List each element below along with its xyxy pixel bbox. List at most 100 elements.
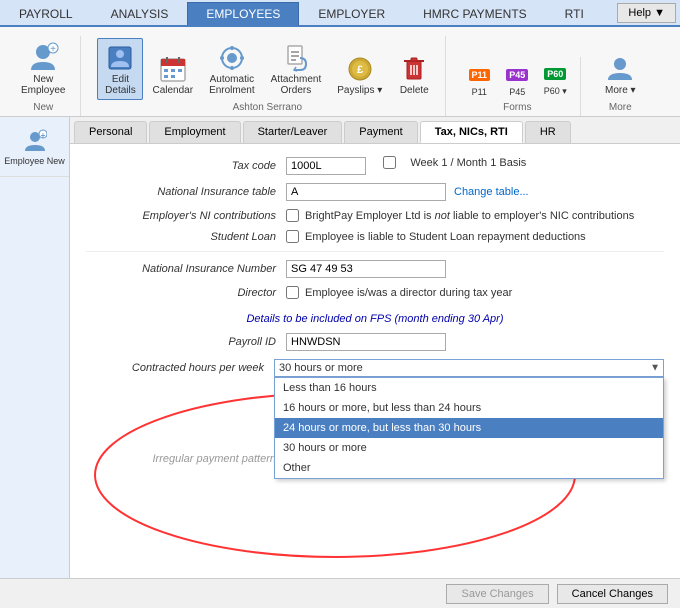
new-employee-icon: + (27, 42, 59, 74)
ni-number-row: National Insurance Number (86, 260, 664, 278)
help-button[interactable]: Help ▼ (617, 3, 676, 23)
tax-code-row: Tax code Week 1 / Month 1 Basis (86, 156, 664, 175)
week1-month1-label: Week 1 / Month 1 Basis (410, 157, 526, 169)
edit-details-label: EditDetails (105, 74, 136, 96)
director-checkbox[interactable] (286, 286, 299, 299)
edit-details-button[interactable]: EditDetails (97, 38, 143, 100)
ni-number-input[interactable] (286, 260, 446, 278)
employer-ni-label: Employer's NI contributions (86, 210, 286, 222)
tab-hmrc-payments[interactable]: HMRC PAYMENTS (404, 2, 546, 25)
p11-icon: P11 (467, 63, 491, 87)
p11-button[interactable]: P11 P11 (462, 60, 496, 100)
payroll-id-row: Payroll ID (86, 333, 664, 351)
tax-code-label: Tax code (86, 160, 286, 172)
contracted-hours-arrow-icon: ▼ (650, 363, 660, 374)
form-content: Tax code Week 1 / Month 1 Basis National… (70, 144, 680, 485)
contracted-hours-value: 30 hours or more (279, 362, 363, 374)
contracted-hours-dropdown: Less than 16 hours 16 hours or more, but… (274, 377, 664, 479)
tab-analysis[interactable]: ANALYSIS (92, 2, 188, 25)
cancel-changes-button[interactable]: Cancel Changes (557, 584, 668, 604)
ni-number-label: National Insurance Number (86, 263, 286, 275)
new-employee-button[interactable]: + NewEmployee (14, 38, 72, 100)
calendar-button[interactable]: Calendar (145, 49, 200, 100)
attachment-orders-button[interactable]: AttachmentOrders (264, 38, 329, 100)
content-area: Personal Employment Starter/Leaver Payme… (70, 117, 680, 595)
week1-month1-checkbox[interactable] (383, 156, 396, 169)
irregular-payment-label: Irregular payment pattern (86, 453, 286, 465)
ribbon-group-more: More ▾ More (589, 47, 651, 116)
sidebar-item-employee-new[interactable]: + Employee New (0, 121, 69, 177)
tab-payroll[interactable]: PAYROLL (0, 2, 92, 25)
ribbon-group-new-label: New (33, 102, 53, 116)
ni-table-input[interactable] (286, 183, 446, 201)
ribbon-group-employee: EditDetails Calendar AutomaticEnrolment (89, 36, 446, 116)
delete-icon (398, 53, 430, 85)
sub-tabs: Personal Employment Starter/Leaver Payme… (70, 117, 680, 144)
dropdown-option-2[interactable]: 24 hours or more, but less than 30 hours (275, 418, 663, 438)
student-loan-row: Student Loan Employee is liable to Stude… (86, 230, 664, 243)
p45-icon: P45 (505, 63, 529, 87)
tab-starter-leaver[interactable]: Starter/Leaver (243, 121, 343, 143)
top-nav-bar: PAYROLL ANALYSIS EMPLOYEES EMPLOYER HMRC… (0, 0, 680, 27)
p60-button[interactable]: P60 P60 ▾ (538, 59, 572, 100)
contracted-hours-row: Contracted hours per week 30 hours or mo… (86, 359, 664, 377)
ni-number-control (286, 260, 664, 278)
edit-details-icon (104, 42, 136, 74)
p60-label: P60 ▾ (544, 86, 567, 97)
tab-hr[interactable]: HR (525, 121, 571, 143)
director-label: Director (86, 287, 286, 299)
payslips-icon: £ (344, 53, 376, 85)
auto-enrolment-label: AutomaticEnrolment (209, 74, 255, 96)
p45-button[interactable]: P45 P45 (500, 60, 534, 100)
ni-table-label: National Insurance table (86, 186, 286, 198)
calendar-label: Calendar (152, 85, 193, 96)
more-button[interactable]: More ▾ (597, 49, 643, 100)
dropdown-option-1[interactable]: 16 hours or more, but less than 24 hours (275, 398, 663, 418)
dropdown-option-3[interactable]: 30 hours or more (275, 438, 663, 458)
main-area: + Employee New Personal Employment Start… (0, 117, 680, 595)
p11-label: P11 (472, 87, 487, 97)
payslips-button[interactable]: £ Payslips ▾ (330, 49, 389, 100)
director-row: Director Employee is/was a director duri… (86, 286, 664, 299)
tab-employment[interactable]: Employment (149, 121, 240, 143)
auto-enrolment-button[interactable]: AutomaticEnrolment (202, 38, 262, 100)
student-loan-checkbox[interactable] (286, 230, 299, 243)
ni-table-control: Change table... (286, 183, 664, 201)
save-changes-button[interactable]: Save Changes (446, 584, 548, 604)
ribbon-group-employee-label: Ashton Serrano (233, 102, 303, 116)
tab-employees[interactable]: EMPLOYEES (187, 2, 299, 25)
tab-rti[interactable]: RTI (546, 2, 603, 25)
svg-text:£: £ (357, 64, 363, 76)
tax-code-input[interactable] (286, 157, 366, 175)
new-employee-label: NewEmployee (21, 74, 65, 96)
tab-payment[interactable]: Payment (344, 121, 417, 143)
fps-section: Details to be included on FPS (month end… (86, 313, 664, 325)
fps-label: Details to be included on FPS (month end… (86, 313, 664, 325)
ribbon-group-forms: P11 P11 P45 P45 P60 P60 ▾ Forms (454, 57, 581, 116)
payroll-id-input[interactable] (286, 333, 446, 351)
attachment-orders-label: AttachmentOrders (271, 74, 322, 96)
ribbon: + NewEmployee New EditDetails (0, 27, 680, 117)
ni-table-row: National Insurance table Change table... (86, 183, 664, 201)
director-checkbox-text: Employee is/was a director during tax ye… (305, 287, 512, 299)
student-loan-control: Employee is liable to Student Loan repay… (286, 230, 664, 243)
tax-code-control: Week 1 / Month 1 Basis (286, 156, 664, 175)
payslips-label: Payslips ▾ (337, 85, 382, 96)
more-icon (604, 53, 636, 85)
contracted-hours-label: Contracted hours per week (86, 362, 274, 374)
svg-text:+: + (40, 131, 45, 140)
tab-personal[interactable]: Personal (74, 121, 147, 143)
delete-button[interactable]: Delete (391, 49, 437, 100)
payroll-id-control (286, 333, 664, 351)
dropdown-option-0[interactable]: Less than 16 hours (275, 378, 663, 398)
change-table-link[interactable]: Change table... (454, 186, 529, 198)
student-loan-label: Student Loan (86, 231, 286, 243)
p45-label: P45 (509, 87, 525, 97)
employer-ni-control: BrightPay Employer Ltd is not liable to … (286, 209, 664, 222)
tab-tax-nics-rti[interactable]: Tax, NICs, RTI (420, 121, 523, 143)
ribbon-group-new: + NewEmployee New (6, 36, 81, 116)
tab-employer[interactable]: EMPLOYER (299, 2, 404, 25)
employer-ni-checkbox[interactable] (286, 209, 299, 222)
contracted-hours-select[interactable]: 30 hours or more ▼ (274, 359, 664, 377)
dropdown-option-4[interactable]: Other (275, 458, 663, 478)
